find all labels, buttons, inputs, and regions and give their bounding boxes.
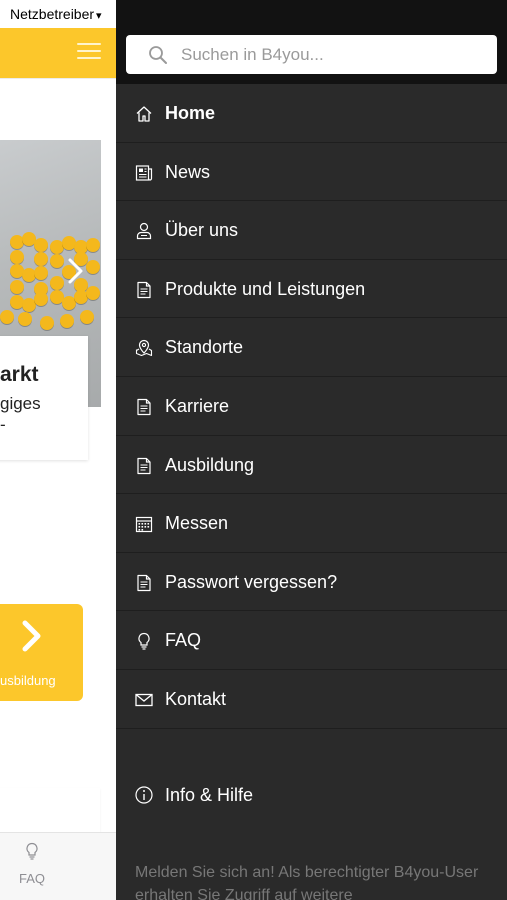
document-icon: [134, 397, 154, 417]
menu-item-label: Standorte: [165, 337, 244, 358]
document-icon: [134, 573, 154, 593]
card-text-2: -: [0, 415, 6, 434]
tab-faq-label: FAQ: [18, 871, 45, 886]
menu-item-faq[interactable]: FAQ: [116, 611, 507, 670]
lightbulb-icon: [26, 842, 38, 860]
menu-item-news[interactable]: News: [116, 143, 507, 202]
crowd-figure: [10, 250, 24, 264]
menu-item-label: Passwort vergessen?: [165, 571, 338, 592]
menu-item-label: Home: [165, 103, 216, 123]
crowd-figure: [34, 238, 48, 252]
crowd-figure: [34, 252, 48, 266]
crowd-figure: [34, 266, 48, 280]
menu-item-produkte-und-leistungen[interactable]: Produkte und Leistungen: [116, 260, 507, 319]
main-page: Netzbetreiber ▾ arkt giges - usbildung FA…: [0, 0, 116, 900]
menu-item-passwort-vergessen[interactable]: Passwort vergessen?: [116, 553, 507, 612]
crowd-figure: [86, 260, 100, 274]
crowd-figure: [18, 312, 32, 326]
menu-item-info-hilfe[interactable]: Info & Hilfe: [116, 766, 507, 824]
menu-item-label: Messen: [165, 513, 229, 534]
hamburger-menu-icon[interactable]: [77, 41, 101, 61]
crowd-figure: [86, 286, 100, 300]
document-icon: [134, 456, 154, 476]
lightbulb-icon: [134, 631, 154, 651]
status-bar-carrier: Netzbetreiber ▾: [10, 6, 102, 22]
crowd-figure: [40, 316, 54, 330]
tab-faq[interactable]: FAQ: [12, 842, 52, 890]
menu-item-label: Kontakt: [165, 688, 227, 709]
map-pin-icon: [134, 338, 154, 358]
crowd-figure: [80, 310, 94, 324]
side-menu-drawer: Home News Über uns Produkte und Leistungen S…: [116, 0, 507, 900]
menu-item-label: News: [165, 161, 211, 182]
menu-item-label: FAQ: [165, 630, 202, 651]
home-icon: [134, 104, 154, 124]
menu-item-karriere[interactable]: Karriere: [116, 377, 507, 436]
chevron-right-icon[interactable]: [64, 256, 86, 286]
tile-label: usbildung: [0, 673, 56, 688]
menu-item-standorte[interactable]: Standorte: [116, 318, 507, 377]
search-input[interactable]: [181, 35, 486, 74]
menu-item-label: Karriere: [165, 395, 230, 416]
menu-item-kontakt[interactable]: Kontakt: [116, 670, 507, 729]
crowd-figure: [50, 254, 64, 268]
menu-item-label: Über uns: [165, 220, 239, 241]
news-icon: [134, 163, 154, 183]
crowd-figure: [0, 310, 14, 324]
mail-icon: [134, 690, 154, 710]
menu-list: Home News Über uns Produkte und Leistungen S…: [116, 84, 507, 729]
header-divider: [0, 78, 116, 79]
menu-item-ausbildung[interactable]: Ausbildung: [116, 436, 507, 495]
menu-item-label: Produkte und Leistungen: [165, 278, 366, 299]
document-icon: [134, 280, 154, 300]
wifi-icon: ▾: [96, 10, 102, 22]
crowd-figure: [60, 314, 74, 328]
login-hint-text: Melden Sie sich an! Als berechtigter B4y…: [135, 864, 479, 900]
menu-item-label: Info & Hilfe: [165, 785, 254, 805]
crowd-figure: [50, 276, 64, 290]
menu-item-label: Ausbildung: [165, 454, 255, 475]
menu-item-über-uns[interactable]: Über uns: [116, 201, 507, 260]
card-text: giges: [0, 394, 41, 413]
crowd-figure: [10, 280, 24, 294]
menu-item-home[interactable]: Home: [116, 84, 507, 143]
search-field[interactable]: [126, 35, 497, 74]
crowd-figure: [86, 238, 100, 252]
person-icon: [134, 221, 154, 241]
screen: Netzbetreiber ▾ arkt giges - usbildung FA…: [0, 0, 507, 900]
carrier-label: Netzbetreiber: [10, 6, 95, 22]
crowd-figure: [34, 292, 48, 306]
content-card: [0, 788, 100, 838]
info-icon: [134, 785, 154, 805]
calendar-icon: [134, 514, 154, 534]
card-title: arkt: [0, 363, 39, 386]
chevron-right-icon: [22, 620, 41, 652]
search-icon: [149, 46, 167, 64]
menu-item-messen[interactable]: Messen: [116, 494, 507, 553]
